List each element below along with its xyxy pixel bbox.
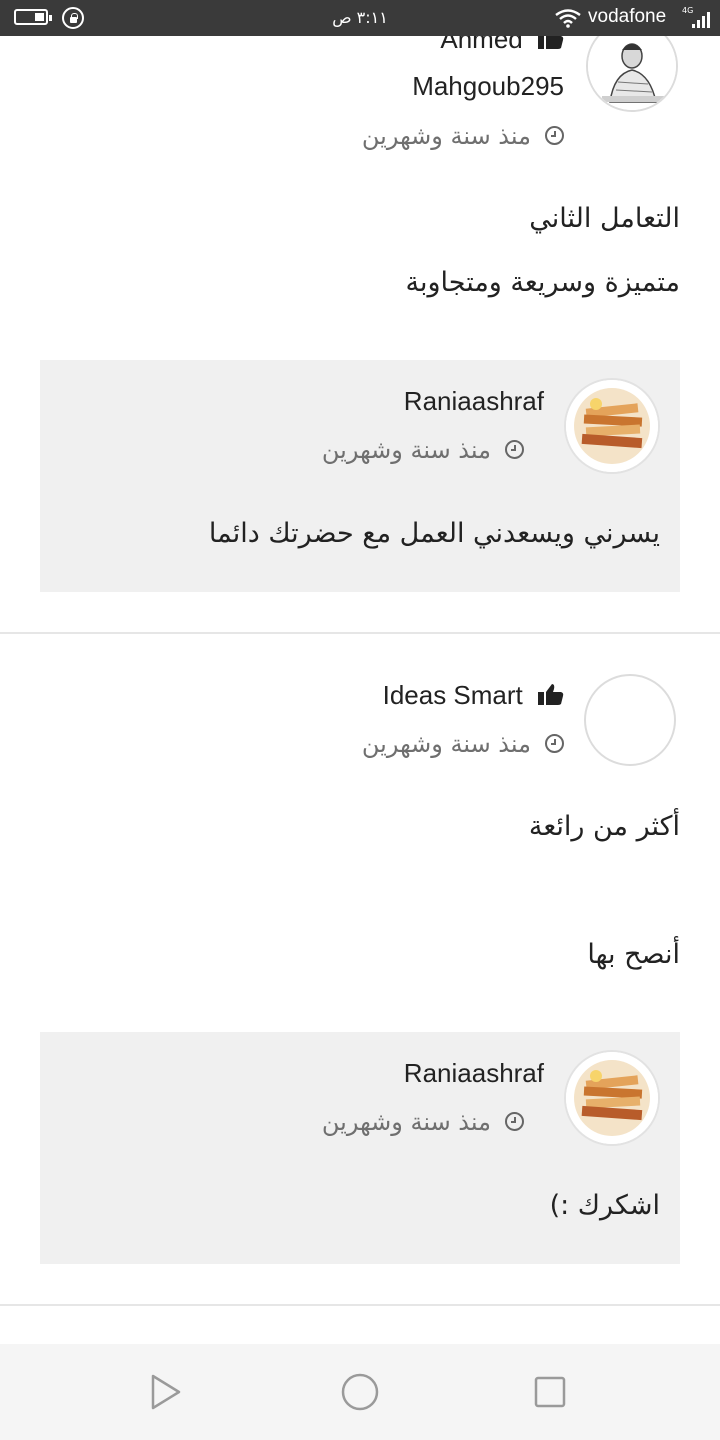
navigation-bar: [0, 1344, 720, 1440]
time-ago: منذ سنة وشهرين: [361, 730, 531, 758]
home-circle-icon[interactable]: [340, 1372, 380, 1412]
thumbs-up-icon: [538, 684, 564, 705]
author-name[interactable]: Ideas Smart: [383, 680, 523, 710]
status-time: ٣:١١ ص: [332, 8, 388, 27]
reply-box: Raniaashraf منذ سنة وشهرين اشكرك :): [40, 1032, 680, 1264]
avatar[interactable]: [584, 674, 676, 766]
signal-icon: [690, 12, 710, 28]
reply-author[interactable]: Raniaashraf: [404, 386, 544, 417]
reply-text: يسرني ويسعدني العمل مع حضرتك دائما: [208, 518, 660, 549]
books-avatar-icon: [566, 1052, 658, 1144]
divider: [0, 1304, 720, 1306]
divider: [0, 632, 720, 634]
comment-text: أكثر من رائعة: [528, 811, 680, 842]
avatar[interactable]: [566, 380, 658, 472]
wifi-icon: [555, 9, 581, 28]
books-avatar-icon: [566, 380, 658, 472]
comment-text: التعامل الثاني: [529, 203, 680, 234]
author-handle[interactable]: Mahgoub295: [412, 71, 564, 102]
reply-text: اشكرك :): [549, 1190, 660, 1221]
comment-text: أنصح بها: [587, 939, 680, 970]
clock-icon: [545, 126, 564, 145]
clock-icon: [505, 440, 524, 459]
time-ago: منذ سنة وشهرين: [321, 436, 491, 464]
carrier-name: vodafone: [588, 6, 667, 27]
time-ago: منذ سنة وشهرين: [361, 122, 531, 150]
comment-text: متميزة وسريعة ومتجاوبة: [405, 267, 680, 298]
time-ago: منذ سنة وشهرين: [321, 1108, 491, 1136]
avatar[interactable]: [566, 1052, 658, 1144]
reply-author[interactable]: Raniaashraf: [404, 1058, 544, 1089]
recents-square-icon[interactable]: [532, 1372, 568, 1412]
clock-icon: [505, 1112, 524, 1131]
back-triangle-icon[interactable]: [148, 1372, 184, 1412]
status-bar: ٣:١١ ص vodafone 4G: [0, 0, 720, 36]
clock-icon: [545, 734, 564, 753]
reply-box: Raniaashraf منذ سنة وشهرين يسرني ويسعدني…: [40, 360, 680, 592]
